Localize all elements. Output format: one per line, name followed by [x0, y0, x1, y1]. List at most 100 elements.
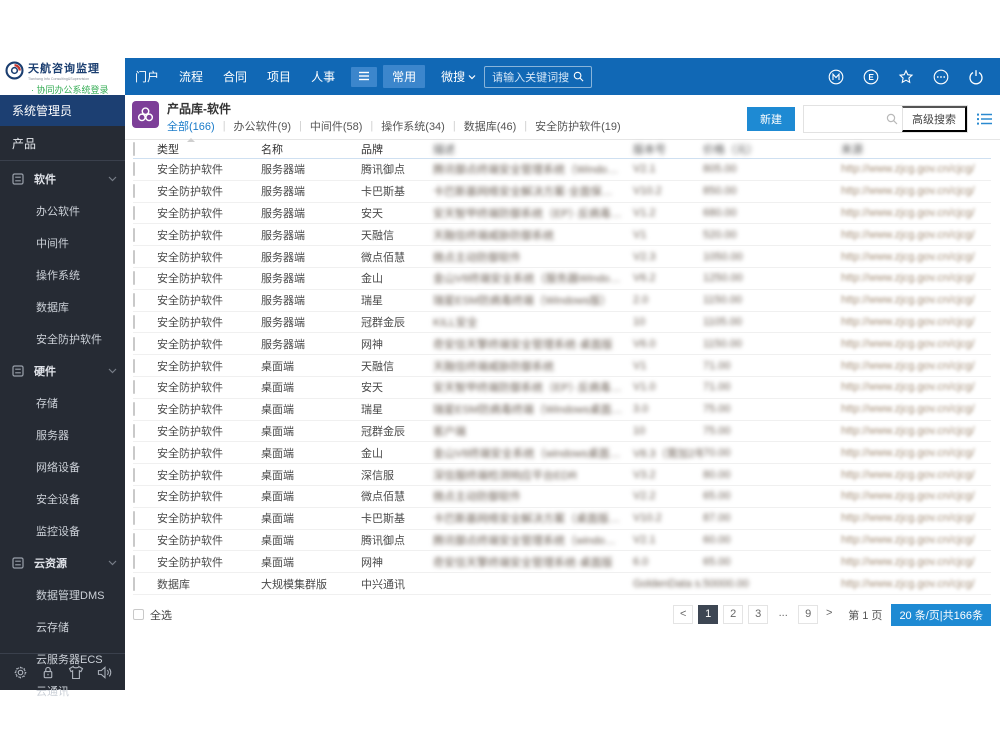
list-view-toggle-icon[interactable]: [977, 113, 992, 125]
nav-item-0[interactable]: 门户: [135, 68, 159, 85]
table-search-wrap: 高级搜索: [803, 105, 968, 133]
cell-brand: 卡巴斯基: [361, 513, 405, 526]
sidebar-item-2-0[interactable]: 数据管理DMS: [0, 579, 125, 611]
sidebar-item-1-3[interactable]: 安全设备: [0, 483, 125, 515]
table-search-input[interactable]: [804, 109, 882, 129]
search-icon[interactable]: [882, 113, 902, 125]
tab-2[interactable]: 中间件(58): [310, 118, 363, 134]
cell-type: 安全防护软件: [157, 556, 223, 569]
nav-item-4[interactable]: 人事: [311, 68, 335, 85]
sidebar-item-0-3[interactable]: 数据库: [0, 291, 125, 323]
cell-desc: 微点主动防御软件: [433, 251, 521, 264]
prev-page-button[interactable]: <: [673, 605, 694, 625]
cell-name: 桌面端: [261, 404, 294, 417]
row-checkbox[interactable]: [133, 467, 135, 482]
page-size-badge[interactable]: 20 条/页|共166条: [891, 603, 991, 626]
tab-1[interactable]: 办公软件(9): [234, 118, 291, 134]
column-header-5[interactable]: 价格（元）: [703, 141, 841, 157]
cell-src: http://www.zjcg.gov.cn/cjcg/: [841, 337, 975, 350]
sidebar-item-0-0[interactable]: 办公软件: [0, 195, 125, 227]
cell-desc: 卡巴斯基网络安全解决方案（桌面版）+KSC...: [433, 513, 633, 526]
table-row: 安全防护软件 桌面端 瑞星 瑞星ESM防病毒终端（Windows桌面版） 3.0 75.0…: [133, 399, 991, 421]
more-menu-icon[interactable]: [351, 66, 378, 87]
header-checkbox[interactable]: [133, 142, 135, 156]
search-placeholder: 请输入关键词搜: [492, 71, 570, 84]
row-checkbox[interactable]: [133, 314, 135, 329]
sidebar-section-product[interactable]: 产品: [0, 126, 125, 160]
sidebar-item-0-1[interactable]: 中间件: [0, 227, 125, 259]
row-checkbox[interactable]: [133, 445, 135, 460]
sidebar-item-1-0[interactable]: 存储: [0, 387, 125, 419]
page-button-2[interactable]: 2: [723, 605, 744, 625]
row-checkbox[interactable]: [133, 205, 135, 220]
advanced-search-button[interactable]: 高级搜索: [902, 106, 967, 132]
row-checkbox[interactable]: [133, 489, 135, 504]
row-checkbox[interactable]: [133, 511, 135, 526]
cell-brand: 天融信: [361, 229, 394, 242]
cell-price: 71.00: [703, 381, 731, 394]
row-checkbox[interactable]: [133, 227, 135, 242]
row-checkbox[interactable]: [133, 271, 135, 286]
sidebar-item-2-1[interactable]: 云存储: [0, 611, 125, 643]
row-checkbox[interactable]: [133, 380, 135, 395]
row-checkbox[interactable]: [133, 423, 135, 438]
message-m-icon[interactable]: [828, 69, 844, 85]
tab-4[interactable]: 数据库(46): [464, 118, 517, 134]
settings-gear-icon[interactable]: [13, 665, 28, 680]
power-icon[interactable]: [968, 69, 984, 85]
row-checkbox[interactable]: [133, 402, 135, 417]
tab-0[interactable]: 全部(166): [167, 118, 215, 142]
column-header-3[interactable]: 描述: [433, 141, 633, 157]
sidebar: 系统管理员 产品 软件 办公软件 中间件 操作系统 数据库 安全防护软件 硬件 存储 服务器 网络…: [0, 95, 125, 698]
row-checkbox[interactable]: [133, 576, 135, 591]
row-checkbox[interactable]: [133, 532, 135, 547]
new-button[interactable]: 新建: [747, 107, 795, 131]
cell-desc: 卡巴斯基网络安全解决方案·全面保护 [中小企业版]·KL...: [433, 186, 633, 199]
cell-name: 服务器端: [261, 273, 305, 286]
sidebar-group-1[interactable]: 硬件: [0, 355, 125, 387]
sidebar-item-1-4[interactable]: 监控设备: [0, 515, 125, 547]
column-header-6[interactable]: 来源: [841, 141, 991, 157]
row-checkbox[interactable]: [133, 184, 135, 199]
nav-item-2[interactable]: 合同: [223, 68, 247, 85]
sidebar-item-0-4[interactable]: 安全防护软件: [0, 323, 125, 355]
tab-3[interactable]: 操作系统(34): [381, 118, 445, 134]
row-checkbox[interactable]: [133, 336, 135, 351]
favorite-star-icon[interactable]: [898, 68, 914, 85]
tab-separator: |: [524, 120, 528, 132]
page-button-3[interactable]: 3: [748, 605, 769, 625]
select-all-checkbox[interactable]: [133, 609, 144, 621]
sidebar-group-2[interactable]: 云资源: [0, 547, 125, 579]
nav-item-pinned[interactable]: 常用: [383, 65, 426, 88]
tab-5[interactable]: 安全防护软件(19): [535, 118, 621, 134]
sidebar-item-1-2[interactable]: 网络设备: [0, 451, 125, 483]
page-button-1[interactable]: 1: [698, 605, 719, 625]
global-search-input[interactable]: 请输入关键词搜: [484, 65, 593, 88]
cell-name: 服务器端: [261, 295, 305, 308]
more-ellipsis-icon[interactable]: [933, 69, 949, 85]
column-header-0[interactable]: 类型: [157, 141, 261, 157]
row-checkbox[interactable]: [133, 293, 135, 308]
row-checkbox[interactable]: [133, 162, 135, 177]
column-header-2[interactable]: 品牌: [361, 141, 433, 157]
nav-item-1[interactable]: 流程: [179, 68, 203, 85]
column-header-4[interactable]: 版本号: [633, 141, 703, 157]
theme-shirt-icon[interactable]: [68, 665, 84, 680]
lock-icon[interactable]: [41, 665, 55, 680]
search-scope-dropdown[interactable]: 微搜: [441, 68, 476, 85]
nav-item-3[interactable]: 项目: [267, 68, 291, 85]
sidebar-group-0[interactable]: 软件: [0, 163, 125, 195]
table-row: 安全防护软件 桌面端 冠群金辰 客户端 10 75.00 http://www.zjcg.g…: [133, 421, 991, 443]
next-page-button[interactable]: >: [819, 605, 840, 625]
row-checkbox[interactable]: [133, 358, 135, 373]
chat-e-icon[interactable]: [863, 69, 879, 85]
table-header-row: 类型 名称 品牌 描述 版本号 价格（元） 来源: [133, 140, 991, 159]
row-checkbox[interactable]: [133, 249, 135, 264]
row-checkbox[interactable]: [133, 554, 135, 569]
sound-speaker-icon[interactable]: [97, 665, 113, 680]
column-header-1[interactable]: 名称: [261, 141, 361, 157]
cell-desc: 奇安信天擎终端安全管理系统·桌面版: [433, 338, 613, 351]
sidebar-item-0-2[interactable]: 操作系统: [0, 259, 125, 291]
sidebar-item-1-1[interactable]: 服务器: [0, 419, 125, 451]
page-button-9[interactable]: 9: [798, 605, 819, 625]
